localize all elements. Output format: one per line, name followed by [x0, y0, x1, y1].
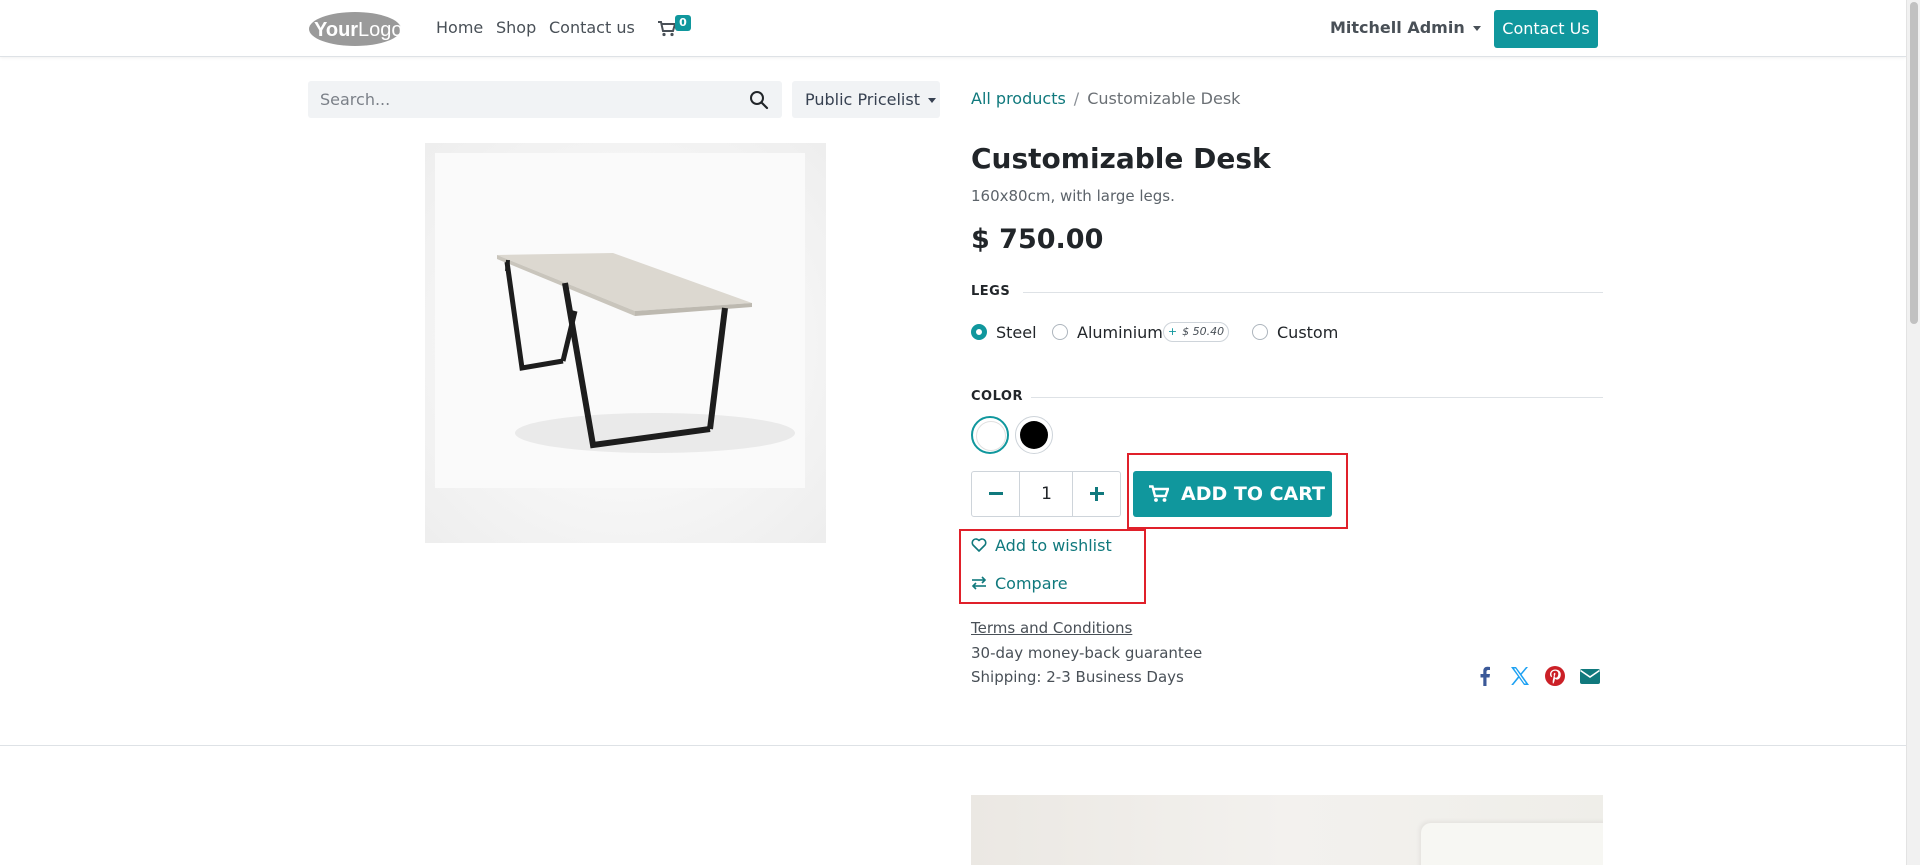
- product-title: Customizable Desk: [971, 142, 1271, 175]
- color-swatch-white[interactable]: [971, 416, 1009, 454]
- cart-icon: [658, 21, 676, 37]
- divider: [1031, 397, 1603, 398]
- company-logo[interactable]: Your Logo: [308, 10, 403, 48]
- add-to-cart-label: ADD TO CART: [1181, 483, 1325, 505]
- page: Your Logo Home Shop Contact us 0 Mitchel…: [0, 0, 1920, 865]
- search-icon[interactable]: [749, 90, 769, 110]
- x-icon[interactable]: [1508, 664, 1532, 688]
- extra-price-value: $ 50.40: [1182, 325, 1225, 338]
- product-description: 160x80cm, with large legs.: [971, 187, 1175, 205]
- cart-button[interactable]: 0: [655, 14, 695, 42]
- breadcrumb-separator: /: [1073, 89, 1080, 108]
- furniture-shape: [1421, 823, 1603, 865]
- nav-home[interactable]: Home: [436, 18, 483, 37]
- compare-label: Compare: [995, 574, 1068, 593]
- plus-icon: +: [1167, 325, 1178, 338]
- add-to-cart-button[interactable]: ADD TO CART: [1133, 471, 1332, 517]
- heart-icon: [971, 538, 987, 552]
- user-name: Mitchell Admin: [1330, 18, 1465, 37]
- attribute-legs-label: LEGS: [971, 284, 1011, 299]
- search-input[interactable]: [308, 81, 738, 118]
- caret-down-icon: [927, 98, 936, 103]
- legs-steel-label[interactable]: Steel: [996, 323, 1037, 342]
- attribute-color-label: COLOR: [971, 389, 1023, 404]
- nav-contact[interactable]: Contact us: [549, 18, 635, 37]
- search-box: [308, 81, 782, 118]
- cart-icon: [1149, 485, 1169, 502]
- pricelist-dropdown[interactable]: Public Pricelist: [792, 81, 940, 118]
- guarantee-text: 30-day money-back guarantee: [971, 644, 1203, 662]
- breadcrumb: All products / Customizable Desk: [971, 89, 1240, 108]
- desk-illustration: [425, 143, 826, 543]
- legs-aluminium-radio[interactable]: [1052, 324, 1068, 340]
- contact-us-button[interactable]: Contact Us: [1494, 10, 1598, 48]
- svg-text:Your: Your: [314, 19, 358, 41]
- shipping-text: Shipping: 2-3 Business Days: [971, 668, 1184, 686]
- legs-aluminium-label[interactable]: Aluminium: [1077, 323, 1163, 342]
- quantity-stepper: [971, 471, 1121, 517]
- scrollbar-thumb[interactable]: [1910, 2, 1918, 324]
- section-divider: [0, 745, 1906, 746]
- navbar: Your Logo Home Shop Contact us 0 Mitchel…: [0, 0, 1906, 57]
- color-swatch-black[interactable]: [1015, 416, 1053, 454]
- user-menu[interactable]: Mitchell Admin: [1330, 18, 1481, 37]
- breadcrumb-current: Customizable Desk: [1087, 89, 1241, 108]
- pricelist-label: Public Pricelist: [805, 90, 920, 109]
- exchange-icon: [971, 576, 987, 590]
- breadcrumb-all-products[interactable]: All products: [971, 89, 1066, 108]
- legs-custom-label[interactable]: Custom: [1277, 323, 1338, 342]
- product-image[interactable]: [425, 143, 826, 543]
- pinterest-icon[interactable]: [1543, 664, 1567, 688]
- svg-text:Logo: Logo: [358, 19, 403, 41]
- page-scrollbar[interactable]: [1906, 0, 1920, 865]
- product-price: $ 750.00: [971, 224, 1104, 255]
- cart-count-badge: 0: [675, 15, 691, 31]
- product-detail-image: [971, 795, 1603, 865]
- quantity-increase-button[interactable]: [1072, 472, 1120, 516]
- terms-and-conditions-link[interactable]: Terms and Conditions: [971, 619, 1132, 637]
- facebook-icon[interactable]: [1473, 664, 1497, 688]
- nav-shop[interactable]: Shop: [496, 18, 536, 37]
- legs-steel-radio[interactable]: [971, 324, 987, 340]
- caret-down-icon: [1472, 26, 1481, 31]
- extra-price-badge: + $ 50.40: [1163, 322, 1229, 342]
- divider: [1023, 292, 1603, 293]
- wishlist-label: Add to wishlist: [995, 536, 1112, 555]
- legs-custom-radio[interactable]: [1252, 324, 1268, 340]
- quantity-input[interactable]: [1020, 472, 1073, 516]
- quantity-decrease-button[interactable]: [972, 472, 1020, 516]
- email-icon[interactable]: [1578, 664, 1602, 688]
